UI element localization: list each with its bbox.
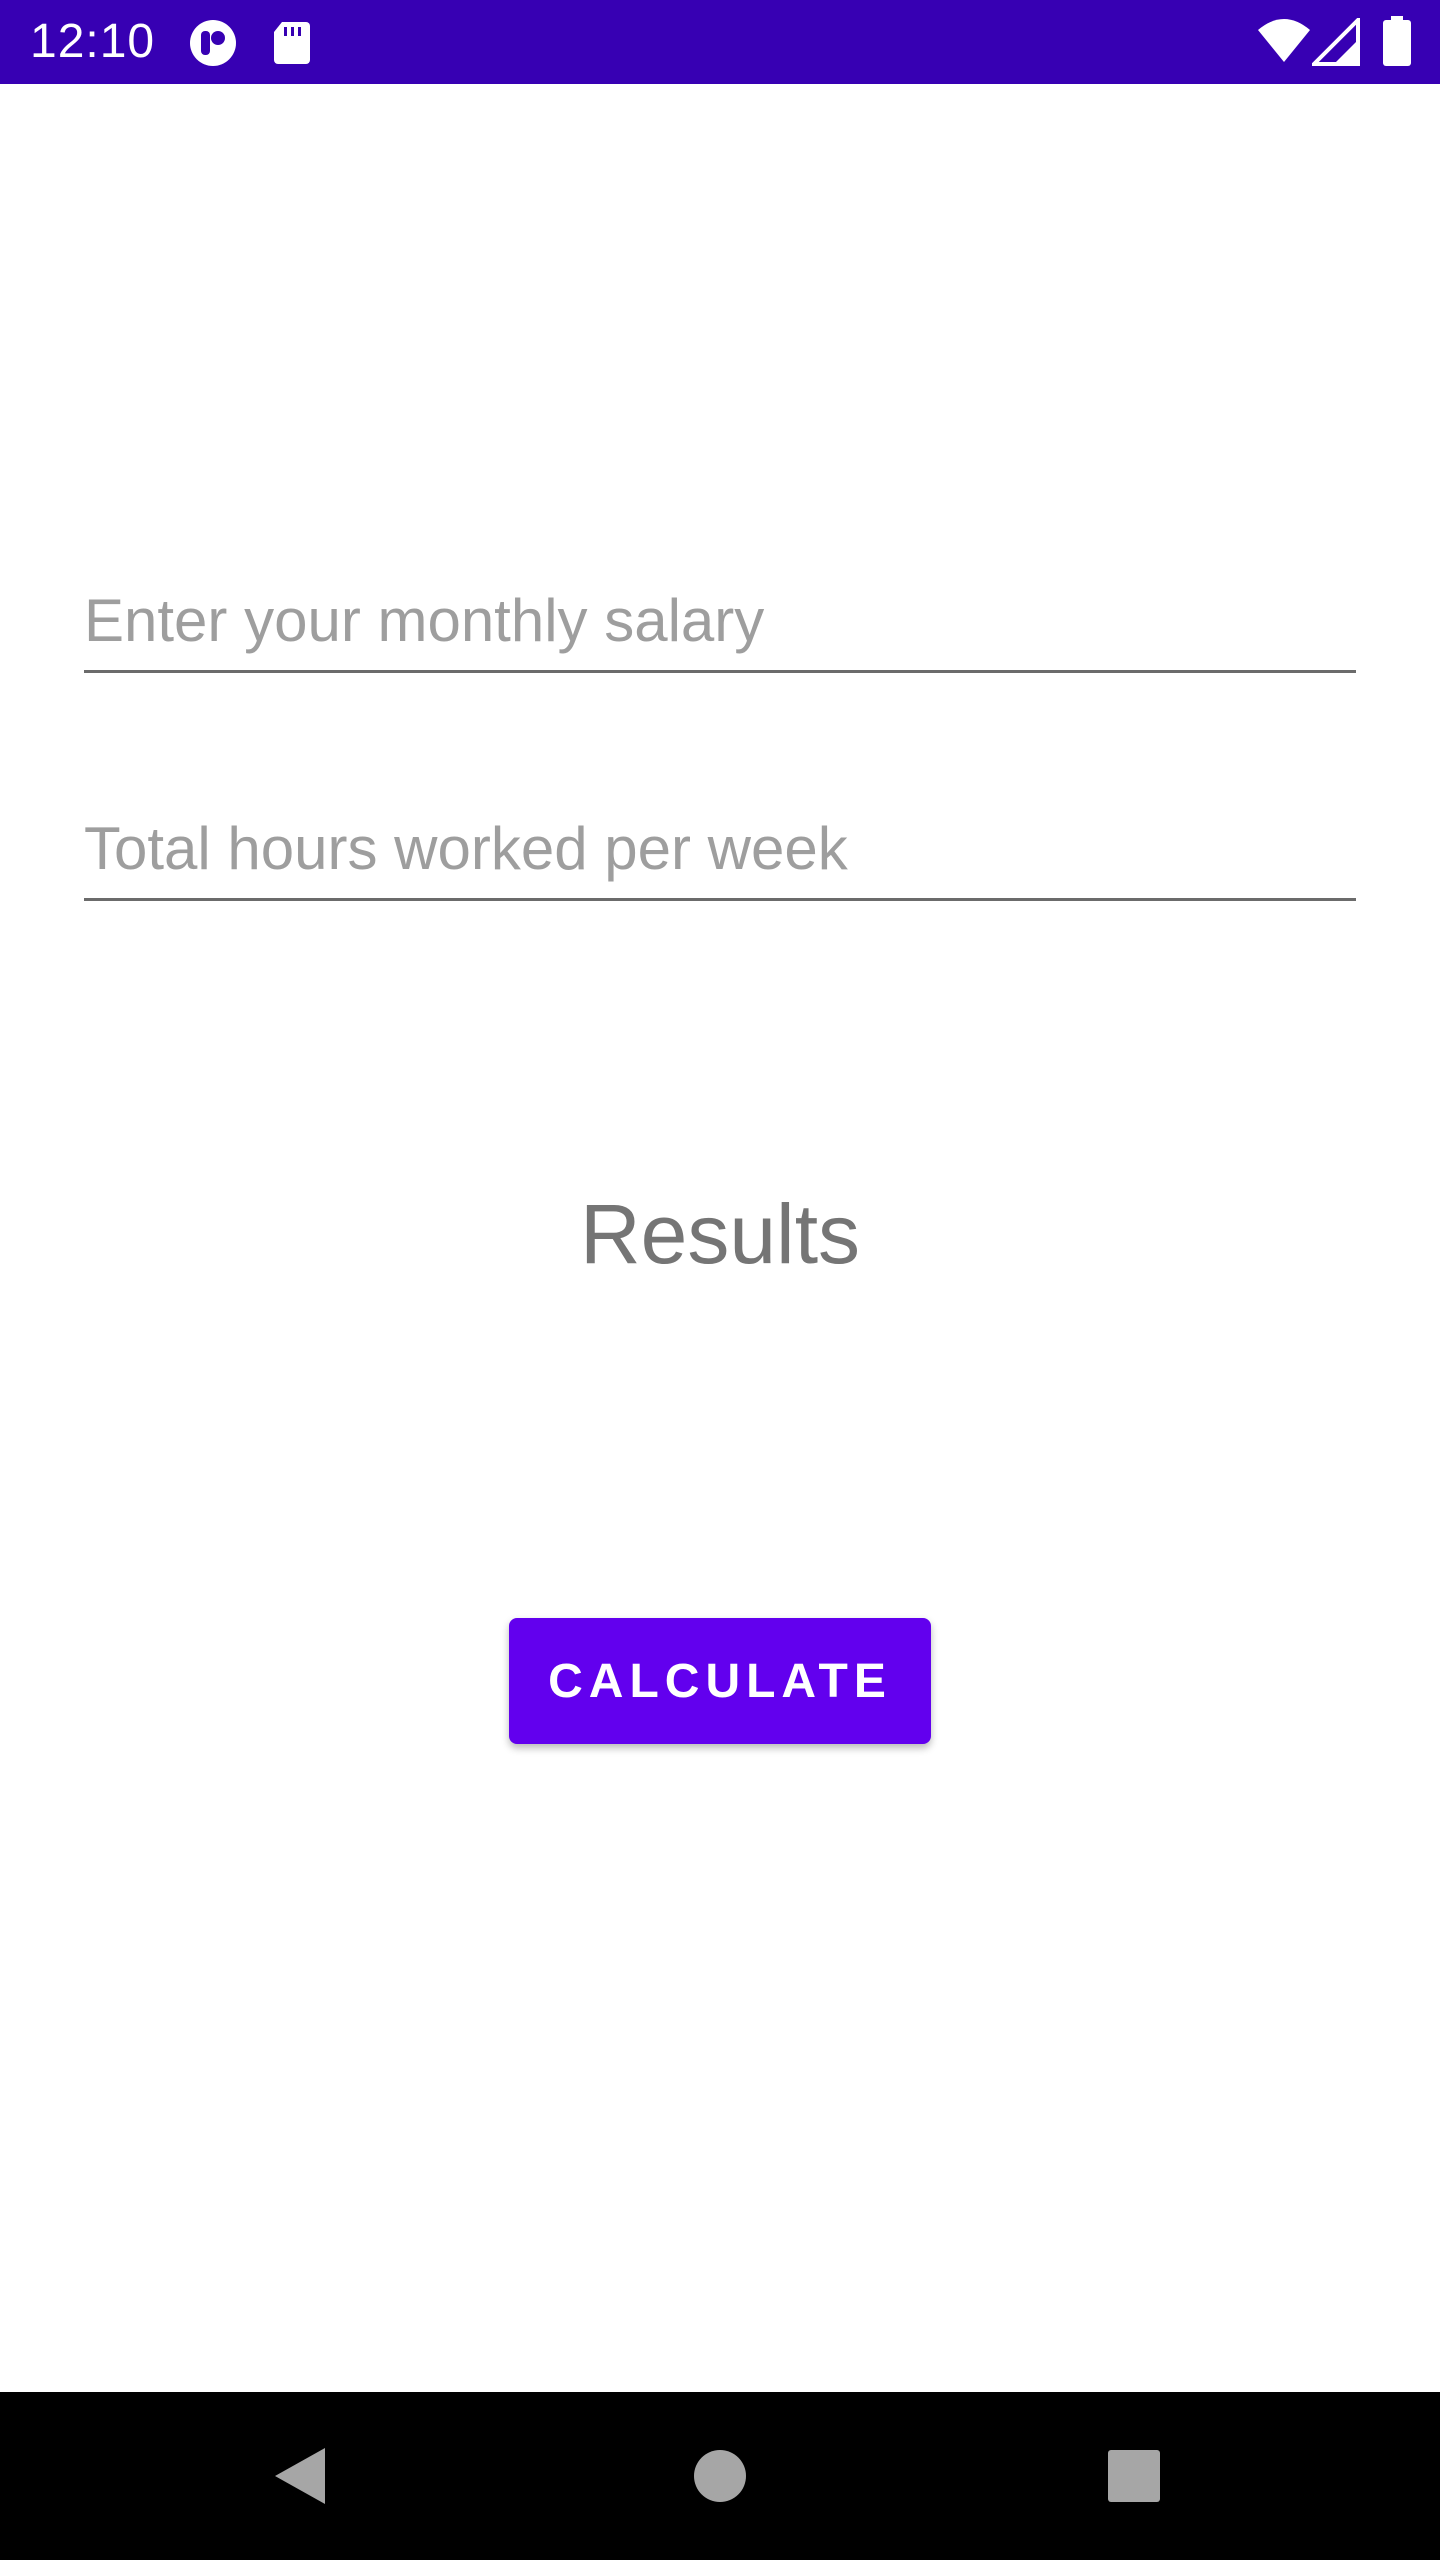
home-icon: [694, 2450, 746, 2502]
main-content: Results: [0, 84, 1440, 2392]
recents-icon: [1108, 2450, 1160, 2502]
app-notification-icon: [190, 20, 236, 66]
recents-button[interactable]: [1034, 2392, 1234, 2560]
navigation-bar: [0, 2392, 1440, 2560]
calculate-button[interactable]: CALCULATE: [509, 1618, 931, 1744]
sd-card-icon: [274, 22, 310, 64]
results-label: Results: [579, 1187, 861, 1281]
salary-field-container: [84, 560, 1356, 673]
cell-signal-icon: [1312, 18, 1360, 66]
weekly-hours-input[interactable]: [84, 808, 1356, 888]
back-button[interactable]: [200, 2392, 400, 2560]
battery-icon: [1383, 16, 1411, 66]
status-bar: 12:10: [0, 0, 1440, 84]
status-time: 12:10: [30, 15, 156, 68]
home-button[interactable]: [620, 2392, 820, 2560]
hours-field-container: [84, 788, 1356, 901]
back-icon: [275, 2448, 325, 2504]
monthly-salary-input[interactable]: [84, 580, 1356, 660]
wifi-icon: [1258, 19, 1310, 62]
